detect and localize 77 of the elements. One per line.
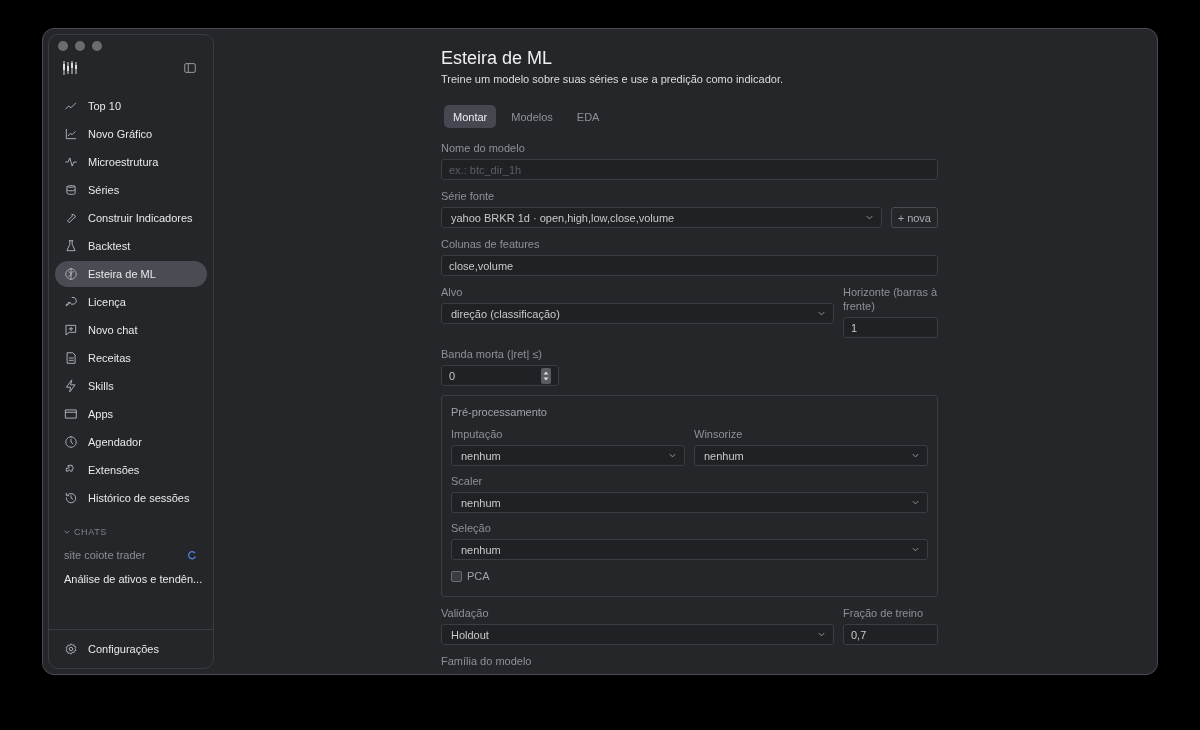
window-icon (64, 407, 78, 421)
checkbox-box[interactable] (451, 570, 462, 582)
field-label: Horizonte (barras à frente) (843, 285, 938, 313)
history-icon (64, 491, 78, 505)
tab[interactable]: EDA (567, 105, 609, 128)
nav-item[interactable]: Histórico de sessões (55, 485, 207, 511)
chevron-icon (864, 213, 874, 222)
checkbox[interactable]: PCA (451, 570, 490, 582)
select-field[interactable]: nenhum (451, 445, 685, 466)
settings-item[interactable]: Configurações (55, 636, 207, 662)
field-label: Scaler (451, 474, 484, 488)
chevron-icon (668, 451, 677, 460)
checkbox-label: PCA (467, 570, 490, 582)
text-field[interactable]: 1 (843, 317, 938, 338)
field-label: Série fonte (441, 189, 496, 203)
text-field[interactable]: 0,7 (843, 624, 938, 645)
stepper-icon[interactable] (541, 367, 551, 384)
page-title: Esteira de ML (441, 47, 554, 70)
candlestick-logo-icon (62, 60, 78, 76)
chat-item[interactable]: site coiote trader (64, 549, 146, 561)
nav-item[interactable]: Skills (55, 373, 207, 399)
select-field[interactable]: Holdout (441, 624, 834, 645)
nav-item[interactable]: Apps (55, 401, 207, 427)
tab[interactable]: Montar (444, 105, 497, 128)
document-icon (64, 351, 78, 365)
number-field[interactable]: 0 (441, 365, 559, 386)
section-label: Família do modelo (441, 654, 533, 668)
pulse-icon (64, 155, 78, 169)
select-field[interactable]: nenhum (451, 492, 928, 513)
nav-item[interactable]: Séries (55, 177, 207, 203)
nav-item[interactable]: Esteira de ML (55, 261, 207, 287)
chevron-icon (911, 545, 920, 554)
select-field[interactable]: nenhum (694, 445, 928, 466)
nav-item[interactable]: Receitas (55, 345, 207, 371)
loading-spinner-icon (187, 550, 197, 560)
field-label: Imputação (451, 427, 504, 441)
chevron-icon (911, 498, 920, 507)
chats-section-toggle[interactable]: CHATS (63, 527, 207, 537)
text-field[interactable]: close,volume (441, 255, 938, 276)
select-field[interactable]: nenhum (451, 539, 928, 560)
nav-item[interactable]: Backtest (55, 233, 207, 259)
chevron-icon (817, 309, 826, 318)
new-series-button[interactable]: + nova (890, 207, 938, 228)
chat-plus-icon (64, 323, 78, 337)
nav-item[interactable]: Licença (55, 289, 207, 315)
nav-item[interactable]: Construir Indicadores (55, 205, 207, 231)
field-label: Fração de treino (843, 606, 925, 620)
lightning-icon (64, 379, 78, 393)
line-chart-icon (64, 127, 78, 141)
flask-icon (64, 239, 78, 253)
field-label: Seleção (451, 521, 492, 535)
nav-item[interactable]: Extensões (55, 457, 207, 483)
nav-item[interactable]: Novo Gráfico (55, 121, 207, 147)
panel-title: Pré-processamento (451, 405, 548, 419)
field-label: Nome do modelo (441, 141, 526, 155)
field-label: Colunas de features (441, 237, 541, 251)
chevron-icon (63, 528, 71, 536)
page-subtitle: Treine um modelo sobre suas séries e use a predição como indicador. (441, 72, 784, 86)
field-label: Validação (441, 606, 490, 620)
database-icon (64, 183, 78, 197)
tab[interactable]: Modelos (502, 105, 562, 128)
nav-item[interactable]: Agendador (55, 429, 207, 455)
trend-icon (64, 99, 78, 113)
field-label: Alvo (441, 285, 464, 299)
field-label: Banda morta (|ret| ≤) (441, 347, 543, 361)
nav-item[interactable]: Top 10 (55, 93, 207, 119)
sidebar-toggle-icon[interactable] (183, 61, 197, 75)
nav-item[interactable]: Microestrutura (55, 149, 207, 175)
settings-icon (64, 642, 78, 656)
chevron-icon (911, 451, 920, 460)
chat-item[interactable]: Análise de ativos e tendên... (64, 573, 203, 585)
field-label: Winsorize (694, 427, 744, 441)
nav-item[interactable]: Novo chat (55, 317, 207, 343)
chevron-icon (817, 630, 826, 639)
select-field[interactable]: direção (classificação) (441, 303, 834, 324)
clock-icon (64, 435, 78, 449)
select-field[interactable]: yahoo BRKR 1d · open,high,low,close,volume (441, 207, 882, 228)
